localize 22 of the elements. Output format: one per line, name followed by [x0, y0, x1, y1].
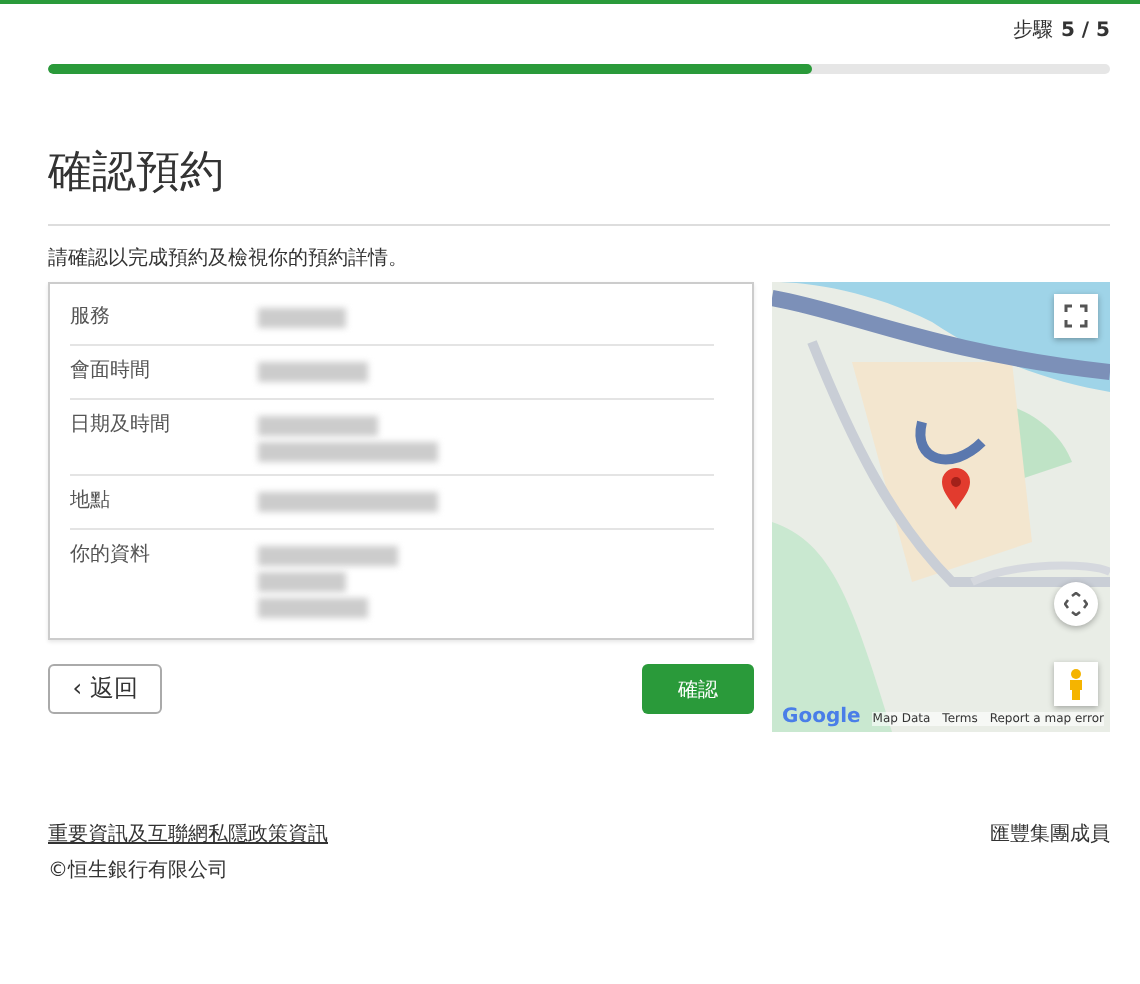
- step-count: 5 / 5: [1060, 19, 1110, 41]
- detail-label: 你的資料: [70, 542, 152, 570]
- page-title: 確認預約: [48, 146, 226, 202]
- confirm-button[interactable]: 確認: [642, 664, 754, 714]
- detail-label: 日期及時間: [70, 412, 172, 440]
- detail-label: 會面時間: [70, 358, 152, 386]
- redacted-value: [258, 572, 346, 592]
- instruction-text: 請確認以完成預約及檢視你的預約詳情。: [48, 246, 410, 272]
- fullscreen-icon[interactable]: [1054, 294, 1098, 338]
- copyright-text: ©恒生銀行有限公司: [48, 857, 230, 884]
- privacy-link[interactable]: 重要資訊及互聯網私隱政策資訊: [48, 824, 328, 846]
- redacted-value: [258, 308, 346, 328]
- map-logo: Google: [782, 706, 861, 728]
- step-label: 步驟: [1012, 17, 1053, 44]
- redacted-value: [258, 598, 368, 618]
- redacted-value: [258, 362, 368, 382]
- group-member-text: 匯豐集團成員: [990, 821, 1110, 850]
- detail-label: 服務: [70, 304, 112, 332]
- redacted-value: [258, 416, 378, 436]
- redacted-value: [258, 546, 398, 566]
- detail-label: 地點: [70, 488, 112, 516]
- back-button[interactable]: ‹ 返回: [48, 664, 162, 714]
